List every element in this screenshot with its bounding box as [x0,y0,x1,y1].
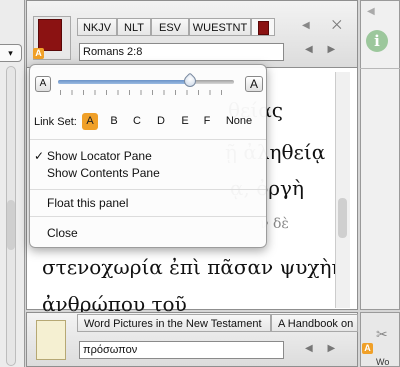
info-icon[interactable]: i [366,30,388,52]
link-set-c[interactable]: C [129,113,145,130]
divider [360,68,400,69]
link-set-label: Link Set: [34,116,77,128]
link-set-a-badge[interactable]: A [33,48,44,59]
link-set-none[interactable]: None [222,113,256,130]
bottom-history-nav-arrows[interactable]: ◀ ▶ [305,343,341,354]
font-size-slider-fill [58,80,190,84]
bottom-right-label: Wo [376,357,390,367]
link-set-d[interactable]: D [153,113,169,130]
menu-separator [30,216,266,217]
bible-pane-scrollbar[interactable] [335,72,350,308]
link-set-a[interactable]: A [82,113,98,130]
red-book-icon [258,21,269,35]
menu-separator [30,189,266,190]
slider-tick-marks [60,90,232,95]
left-pane-dropdown[interactable]: ▾ [0,44,22,62]
right-back-arrow-icon[interactable]: ◀ [367,6,375,17]
link-set-e[interactable]: E [177,113,193,130]
menu-separator [30,139,266,140]
menu-item-close[interactable]: Close [47,226,78,240]
bottom-search-input[interactable]: πρόσωπον [79,341,284,359]
checkmark-icon: ✓ [34,149,45,163]
tab-esv[interactable]: ESV [151,18,189,36]
menu-item-show-contents-pane[interactable]: Show Contents Pane [47,166,160,180]
tools-icon[interactable]: ✂ [376,326,388,343]
book-cover-icon [38,19,62,51]
increase-font-size-button[interactable]: A [245,76,263,92]
menu-item-show-locator-pane[interactable]: Show Locator Pane [47,149,152,163]
reference-input[interactable]: Romans 2:8 [79,43,284,61]
bottom-link-set-badge[interactable]: A [362,343,373,354]
back-arrow-icon[interactable]: ◀ [302,20,310,31]
bottom-resource-book-button[interactable] [36,320,66,360]
left-pane-scroll-thumb[interactable] [7,200,15,250]
bible-pane-scroll-thumb[interactable] [338,198,347,238]
decrease-font-size-button[interactable]: A [35,76,51,92]
history-nav-arrows[interactable]: ◀ ▶ [305,44,341,55]
bible-text-line: στενοχωρία ἐπὶ πᾶσαν ψυχὴν [42,255,344,279]
tab-nlt[interactable]: NLT [117,18,151,36]
tab-word-pictures[interactable]: Word Pictures in the New Testament [77,314,271,332]
tab-nkjv[interactable]: NKJV [77,18,117,36]
tab-handbook[interactable]: A Handbook on [271,314,358,332]
close-icon[interactable]: ⨉ [332,18,342,33]
tab-wuestnt[interactable]: WUESTNT [189,18,251,36]
link-set-b[interactable]: B [106,113,122,130]
menu-item-float-panel[interactable]: Float this panel [47,196,128,210]
link-set-f[interactable]: F [199,113,215,130]
